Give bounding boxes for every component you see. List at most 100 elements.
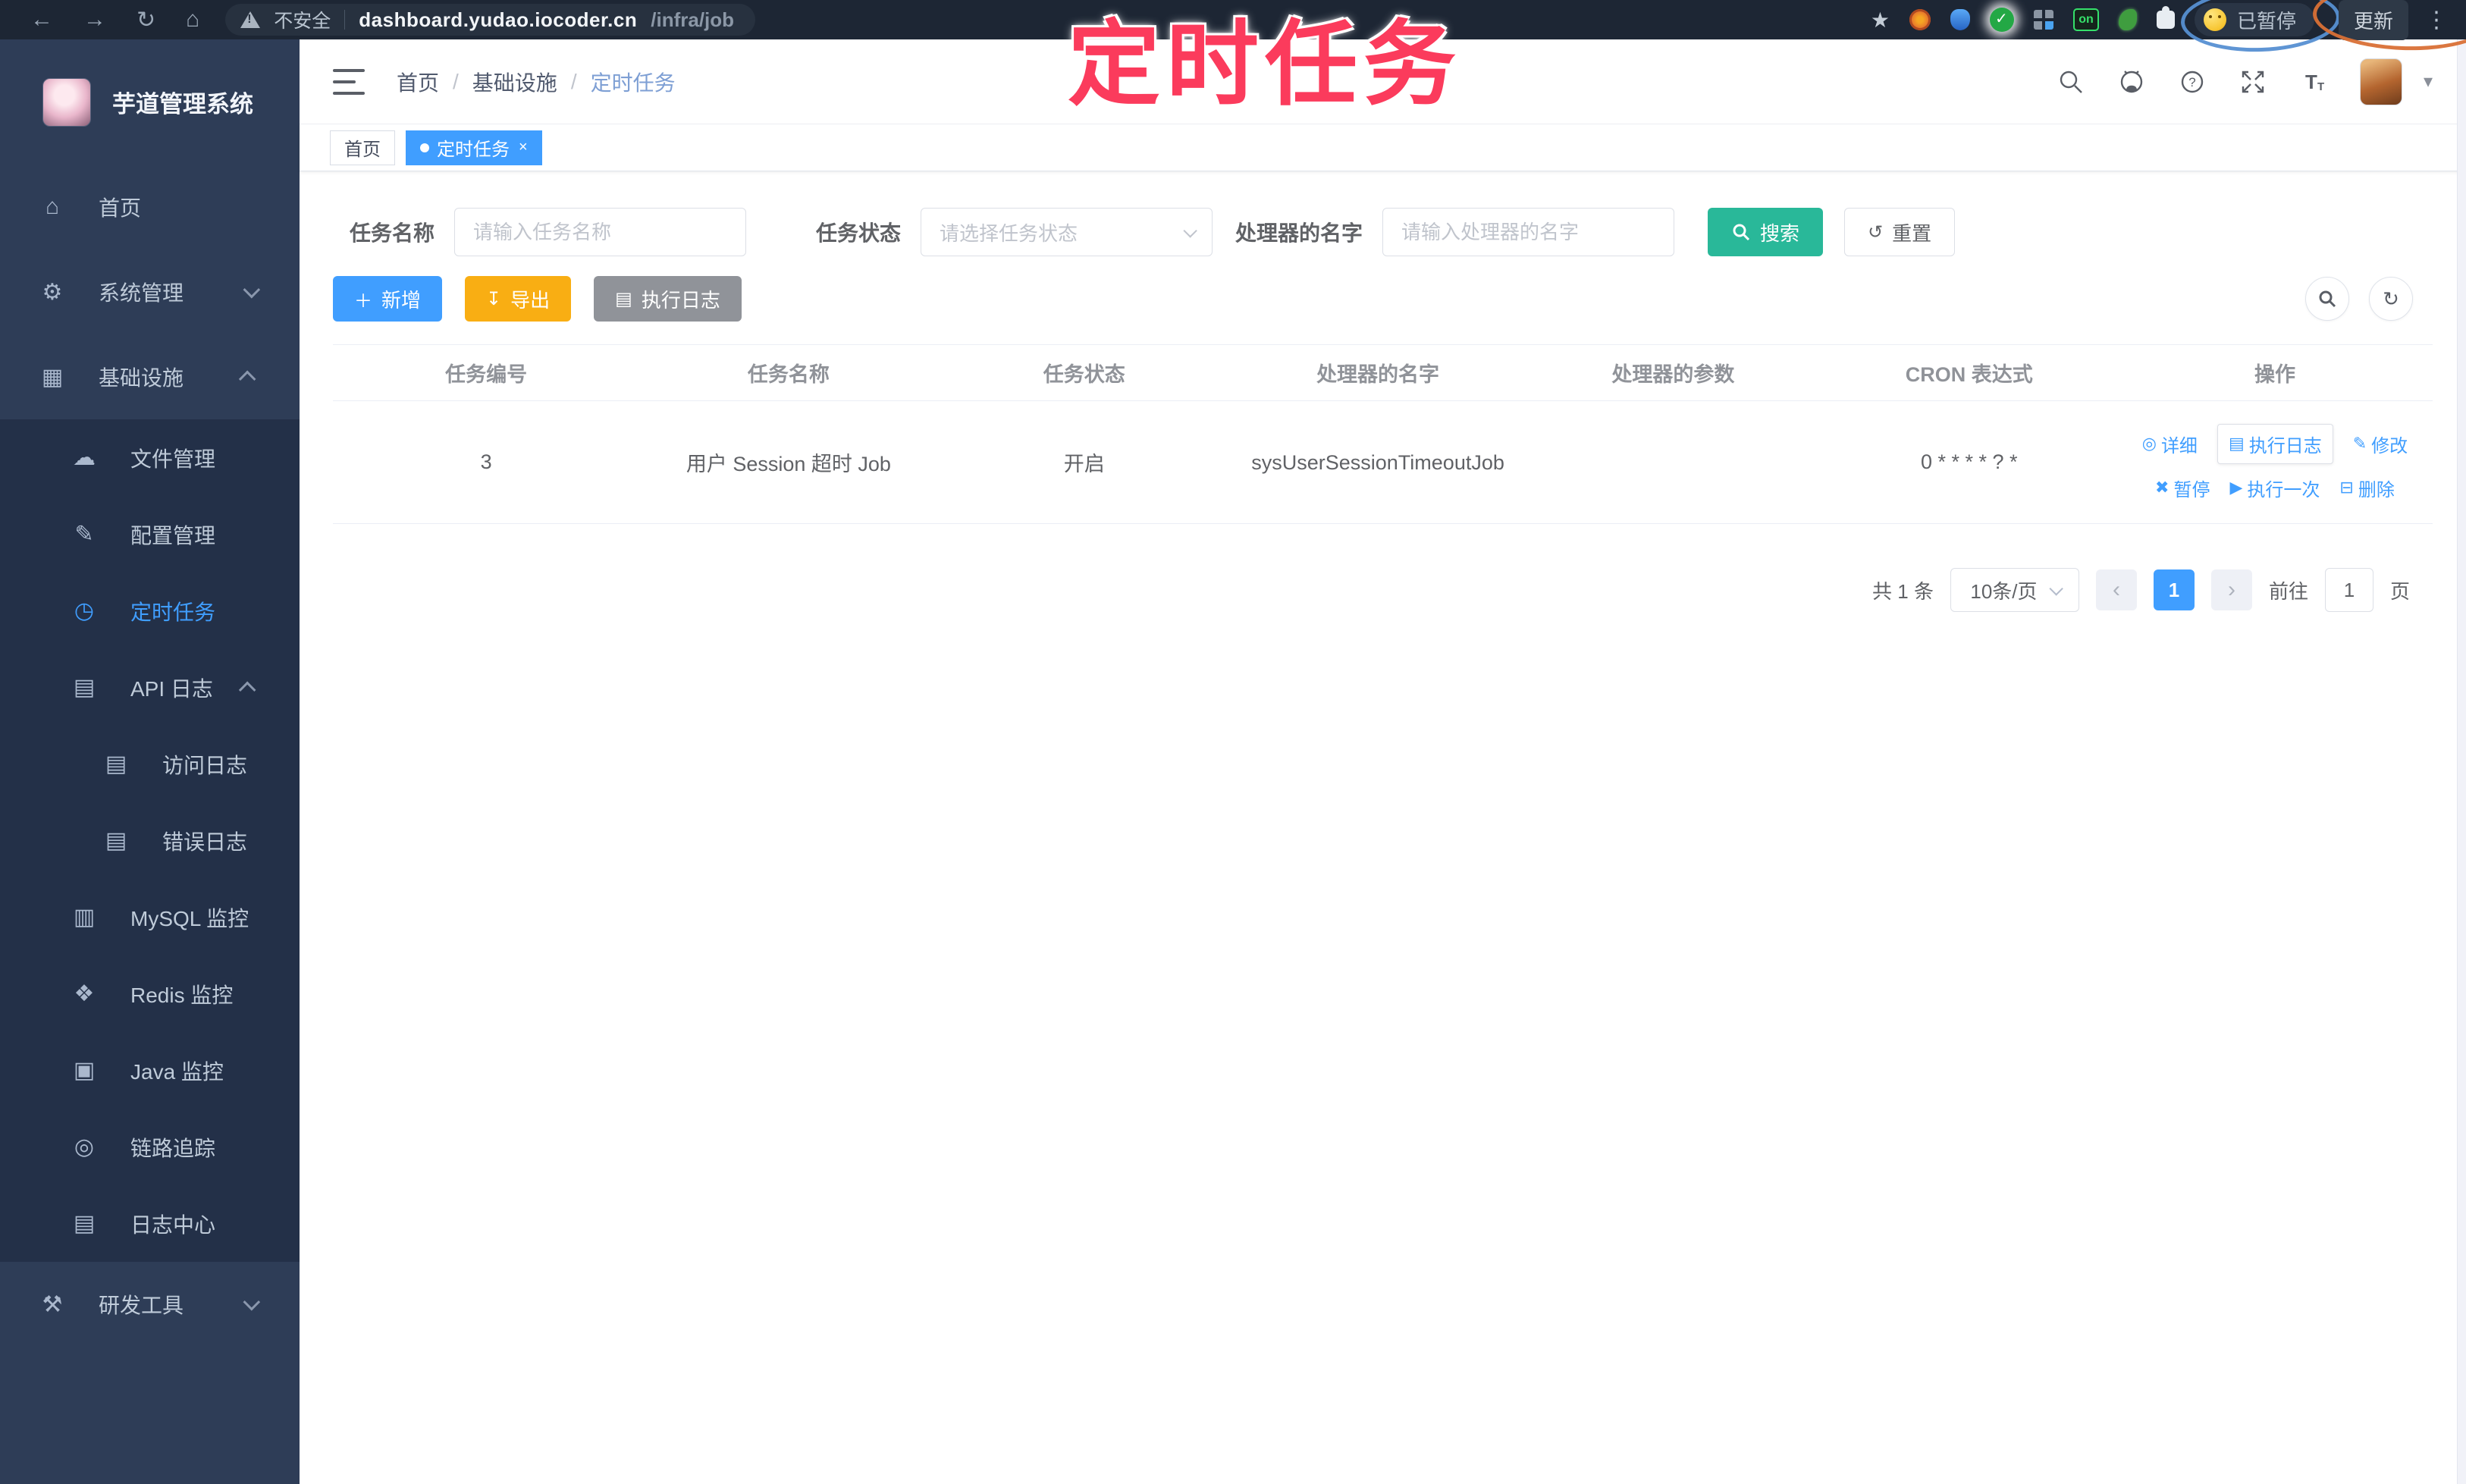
cell-cron: 0 * * * * ? * <box>1920 450 2018 473</box>
col-header-handler-name: 处理器的名字 <box>1316 363 1440 386</box>
prev-page-button[interactable]: ‹ <box>2095 569 2137 610</box>
breadcrumb-separator: / <box>570 69 577 93</box>
run-once-link[interactable]: ▶ 执行一次 <box>2229 475 2320 501</box>
app-logo-row[interactable]: 芋道管理系统 <box>0 39 300 165</box>
app-title: 芋道管理系统 <box>112 91 253 118</box>
delete-link[interactable]: ⊟ 删除 <box>2339 475 2394 501</box>
breadcrumb-home[interactable]: 首页 <box>397 67 439 97</box>
sidebar-submenu-infra: ☁ 文件管理 ✎ 配置管理 ◷ 定时任务 ▤ API 日志 ▤ 访问日志 ▤ 错… <box>0 419 300 1262</box>
extension-grid-icon[interactable] <box>2033 10 2053 30</box>
breadcrumb-separator: / <box>453 69 459 93</box>
sidebar-item-api-log[interactable]: ▤ API 日志 <box>0 649 300 726</box>
sidebar-item-system[interactable]: ⚙ 系统管理 <box>0 249 300 334</box>
sidebar-item-dev-tools[interactable]: ⚒ 研发工具 <box>0 1262 300 1347</box>
sidebar-item-scheduled-job[interactable]: ◷ 定时任务 <box>0 573 300 649</box>
job-status-select[interactable]: 请选择任务状态 <box>921 208 1213 256</box>
tag-scheduled-job[interactable]: 定时任务 × <box>406 130 542 165</box>
edit-icon: ✎ <box>74 522 94 547</box>
sidebar-item-mysql-monitor[interactable]: ▥ MySQL 监控 <box>0 879 300 955</box>
job-status-label: 任务状态 <box>816 221 902 245</box>
table-header-row: 任务编号 任务名称 任务状态 处理器的名字 处理器的参数 CRON 表达式 操作 <box>333 345 2433 401</box>
edit-link[interactable]: ✎ 修改 <box>2353 431 2408 457</box>
extension-on-badge-icon[interactable]: on <box>2072 8 2099 31</box>
extension-green-icon[interactable] <box>1989 8 2014 32</box>
exec-log-button[interactable]: ▤ 执行日志 <box>594 276 742 322</box>
search-button[interactable]: 搜索 <box>1708 208 1824 256</box>
breadcrumb-current: 定时任务 <box>590 71 676 95</box>
refresh-button[interactable]: ↻ <box>2369 277 2413 321</box>
browser-update-button[interactable]: 更新 <box>2338 0 2408 40</box>
extension-blue-icon[interactable] <box>1950 9 1970 30</box>
cell-handler-name: sysUserSessionTimeoutJob <box>1251 450 1504 474</box>
toggle-search-button[interactable] <box>2305 277 2349 321</box>
url-host[interactable]: dashboard.yudao.iocoder.cn <box>359 8 637 32</box>
cell-job-id: 3 <box>480 450 492 473</box>
detail-link[interactable]: ◎ 详细 <box>2142 431 2198 457</box>
address-bar[interactable]: 不安全 dashboard.yudao.iocoder.cn/infra/job <box>225 4 756 36</box>
profile-paused-pill[interactable]: 已暂停 <box>2194 3 2314 36</box>
sidebar-item-infra[interactable]: ▦ 基础设施 <box>0 334 300 419</box>
close-icon[interactable]: × <box>519 139 528 156</box>
sidebar-item-trace[interactable]: ◎ 链路追踪 <box>0 1109 300 1185</box>
log-icon: ▤ <box>105 751 127 777</box>
next-page-button[interactable]: › <box>2210 569 2252 610</box>
play-icon: ▶ <box>2229 478 2243 497</box>
extension-leaf-icon[interactable] <box>2118 9 2137 30</box>
handler-name-input[interactable] <box>1382 208 1675 256</box>
github-icon[interactable] <box>2117 67 2146 96</box>
font-size-icon[interactable]: TT <box>2299 67 2328 96</box>
overlay-annotation-title: 定时任务 <box>1068 13 1462 116</box>
security-label[interactable]: 不安全 <box>274 6 331 33</box>
add-button[interactable]: ＋ 新增 <box>333 276 443 322</box>
browser-menu-icon[interactable]: ⋮ <box>2425 7 2448 33</box>
extensions-puzzle-icon[interactable] <box>2156 6 2175 29</box>
user-avatar[interactable] <box>2359 58 2402 105</box>
row-exec-log-link[interactable]: ▤ 执行日志 <box>2217 423 2333 464</box>
job-name-input[interactable] <box>454 208 747 256</box>
export-button[interactable]: ↧ 导出 <box>465 276 572 322</box>
cell-job-name: 用户 Session 超时 Job <box>686 453 891 475</box>
url-divider <box>344 10 346 30</box>
tag-home[interactable]: 首页 <box>330 130 395 165</box>
bookmark-star-icon[interactable]: ★ <box>1871 8 1890 33</box>
sidebar-item-error-log[interactable]: ▤ 错误日志 <box>0 802 300 879</box>
col-header-job-status: 任务状态 <box>1043 363 1125 386</box>
fullscreen-icon[interactable] <box>2239 67 2267 96</box>
table-row: 3 用户 Session 超时 Job 开启 sysUserSessionTim… <box>333 401 2433 524</box>
page-size-select[interactable]: 10条/页 <box>1950 568 2079 612</box>
goto-page-input[interactable] <box>2324 568 2373 612</box>
home-icon: ⌂ <box>45 194 60 219</box>
page-unit-label: 页 <box>2389 579 2410 603</box>
sidebar-toggle-icon[interactable] <box>333 68 365 95</box>
sidebar-item-config-manage[interactable]: ✎ 配置管理 <box>0 496 300 573</box>
sidebar-item-home[interactable]: ⌂ 首页 <box>0 165 300 249</box>
eye-icon: ◎ <box>2141 434 2157 453</box>
eye-icon: ◎ <box>74 1134 95 1159</box>
screenshot-root: ← → ↻ ⌂ 不安全 dashboard.yudao.iocoder.cn/i… <box>0 0 2466 1484</box>
avatar-caret-icon[interactable]: ▾ <box>2424 71 2433 93</box>
search-icon[interactable] <box>2057 67 2085 96</box>
browser-home-icon[interactable]: ⌂ <box>186 7 199 33</box>
sidebar-item-java-monitor[interactable]: ▣ Java 监控 <box>0 1032 300 1109</box>
chevron-down-icon <box>243 1293 261 1311</box>
reset-button[interactable]: ↺ 重置 <box>1844 208 1956 256</box>
current-page-button[interactable]: 1 <box>2153 569 2195 610</box>
sidebar-item-log-center[interactable]: ▤ 日志中心 <box>0 1185 300 1262</box>
browser-back-icon[interactable]: ← <box>30 7 53 33</box>
pause-link[interactable]: ✖ 暂停 <box>2155 475 2210 501</box>
chevron-down-icon <box>1183 223 1197 238</box>
list-icon: ▤ <box>615 288 632 309</box>
sidebar-item-file-manage[interactable]: ☁ 文件管理 <box>0 419 300 496</box>
pencil-icon: ✎ <box>2352 434 2367 453</box>
gear-icon: ⚙ <box>42 279 63 305</box>
extension-orange-icon[interactable] <box>1909 9 1931 30</box>
pagination: 共 1 条 10条/页 ‹ 1 › 前往 页 <box>333 568 2433 612</box>
window-scrollbar[interactable] <box>2457 39 2466 1484</box>
sidebar-item-access-log[interactable]: ▤ 访问日志 <box>0 726 300 802</box>
breadcrumb-infra[interactable]: 基础设施 <box>472 67 557 97</box>
browser-forward-icon[interactable]: → <box>83 7 106 33</box>
download-icon: ↧ <box>486 288 502 309</box>
help-icon[interactable]: ? <box>2178 67 2207 96</box>
browser-refresh-icon[interactable]: ↻ <box>136 7 155 33</box>
sidebar-item-redis-monitor[interactable]: ❖ Redis 监控 <box>0 955 300 1032</box>
